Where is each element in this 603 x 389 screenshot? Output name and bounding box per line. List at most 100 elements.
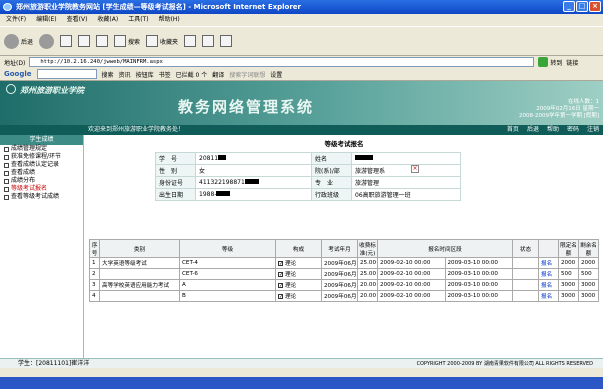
exam-table: 序号 类别 等级 构成 考试年月 收费标准(元) 报名时间区段 状态 限定名额 … [89, 239, 599, 302]
popup-blocked-button[interactable]: 已拦截 0 个 [176, 70, 208, 79]
label-major: 专 业 [311, 176, 353, 189]
label-name: 姓名 [311, 152, 353, 165]
sidebar: 学生成绩 成绩管理规定 获准免修课程/环节 查看成绩认定记录 查看成绩 成绩分布… [0, 135, 84, 358]
composition-checkbox[interactable]: ✓ [278, 261, 283, 267]
address-bar: 地址(D) http://10.2.16.240/jwweb/MAINFRM.a… [0, 56, 603, 68]
home-icon[interactable] [96, 35, 109, 47]
google-toolbox-button[interactable]: 按钮库 [136, 70, 154, 79]
col-level: 等级 [179, 239, 276, 258]
col-category: 类别 [99, 239, 180, 258]
current-date: 2009年02月16日 星期一 [536, 106, 599, 112]
go-button[interactable]: 转到 [538, 57, 562, 67]
system-title: 教务网络管理系统 [178, 98, 315, 116]
table-row: 3 高等学校英语应用能力考试 A ✓ 理论 2009年06月 20.00 2009… [89, 279, 599, 291]
links-button[interactable]: 链接 [566, 58, 578, 67]
print-icon[interactable] [220, 35, 233, 47]
sidebar-item-view-grades[interactable]: 查看成绩 [0, 169, 83, 177]
menu-file[interactable]: 文件(F) [6, 14, 26, 26]
checkbox-icon [4, 154, 9, 160]
menu-favorites[interactable]: 收藏(A) [97, 14, 118, 26]
label-birth: 出生日期 [155, 188, 196, 201]
close-button[interactable]: × [589, 1, 601, 12]
label-class: 行政班级 [311, 188, 353, 201]
maximize-button[interactable]: □ [576, 1, 588, 12]
sidebar-item-grade-rules[interactable]: 成绩管理规定 [0, 145, 83, 153]
col-registration-period: 报名时间区段 [377, 239, 513, 258]
window-title: 郑州旅游职业学院教务网站 [学生成绩—等级考试报名] - Microsoft I… [16, 3, 302, 11]
search-icon [114, 35, 127, 47]
go-arrow-icon [538, 57, 549, 67]
mail-icon[interactable] [202, 35, 215, 47]
nav-back[interactable]: 后退 [527, 125, 539, 135]
current-term: 2008-2009学年第一学期 [假期] [518, 113, 599, 119]
menu-view[interactable]: 查看(V) [67, 14, 88, 26]
nav-logout[interactable]: 注销 [587, 125, 599, 135]
minimize-button[interactable]: _ [563, 1, 575, 12]
favorites-button[interactable]: 收藏夹 [146, 35, 178, 47]
checkbox-icon [4, 194, 9, 200]
sidebar-item-exam-results[interactable]: 查看等级考试成绩 [0, 193, 83, 201]
register-link[interactable]: 报名 [538, 290, 559, 302]
google-bookmarks-button[interactable]: 书签 [159, 70, 171, 79]
sidebar-item-grade-distribution[interactable]: 成绩分布 [0, 177, 83, 185]
menu-tools[interactable]: 工具(T) [128, 14, 148, 26]
composition-checkbox[interactable]: ✓ [278, 283, 283, 289]
translate-button[interactable]: 翻译 [212, 70, 224, 79]
value-idcard: 411322198871 [194, 176, 313, 189]
school-logo-icon [6, 84, 16, 94]
back-button[interactable]: 后退 [4, 33, 33, 49]
browser-toolbar: 后退 搜索 收藏夹 [0, 26, 603, 56]
student-info-table: 学 号 20811 姓名 性 别 女 院(系)/部 旅游管理系 身份证号 411… [155, 152, 520, 201]
checkbox-icon [4, 170, 9, 176]
forward-button[interactable] [39, 33, 55, 49]
col-exam-month: 考试年月 [321, 239, 358, 258]
session-info: 在线人数：1 2009年02月16日 星期一 2008-2009学年第一学期 [… [519, 99, 599, 120]
register-link[interactable]: 报名 [538, 268, 559, 280]
page-title: 等级考试报名 [324, 140, 364, 148]
search-button[interactable]: 搜索 [114, 35, 140, 47]
address-input[interactable]: http://10.2.16.240/jwweb/MAINFRM.aspx [29, 57, 535, 67]
value-gender: 女 [194, 164, 313, 177]
sidebar-item-exam-registration[interactable]: 等级考试报名 [0, 185, 83, 193]
checkbox-icon [4, 178, 9, 184]
label-dept: 院(系)/部 [311, 164, 353, 177]
settings-button[interactable]: 设置 [270, 70, 282, 79]
google-toolbar: Google 搜索 资讯 按钮库 书签 已拦截 0 个 翻译 搜索字词联想 设置 [0, 68, 603, 81]
refresh-icon[interactable] [78, 35, 91, 47]
value-major: 旅游管理 [351, 176, 461, 189]
nav-help[interactable]: 帮助 [547, 125, 559, 135]
google-search-input[interactable] [36, 69, 97, 79]
col-status: 状态 [512, 239, 539, 258]
menu-edit[interactable]: 编辑(E) [36, 14, 56, 26]
composition-checkbox[interactable]: ✓ [278, 294, 283, 300]
col-seq: 序号 [89, 239, 100, 258]
welcome-text: 欢迎来到郑州旅游职业学院教务处！ [88, 126, 185, 133]
table-row: 2 CET-6 ✓ 理论 2009年06月 25.00 2009-02-10 00… [89, 268, 599, 280]
composition-checkbox[interactable]: ✓ [278, 272, 283, 278]
ie-status-bar [0, 368, 603, 377]
google-news-button[interactable]: 资讯 [119, 70, 131, 79]
register-link[interactable]: 报名 [538, 279, 559, 291]
broken-photo-icon: × [411, 165, 419, 173]
stop-icon[interactable] [60, 35, 73, 47]
value-student-id: 20811 [194, 152, 313, 165]
menu-help[interactable]: 帮助(H) [159, 14, 180, 26]
value-name [351, 152, 461, 165]
sidebar-heading[interactable]: 学生成绩 [0, 135, 83, 145]
sidebar-item-exemptions[interactable]: 获准免修课程/环节 [0, 153, 83, 161]
table-row: 1 大学英语等级考试 CET-4 ✓ 理论 2009年06月 25.00 2009… [89, 257, 599, 269]
search-hint-button[interactable]: 搜索字词联想 [229, 70, 265, 79]
site-banner: 郑州旅游职业学院 教务网络管理系统 在线人数：1 2009年02月16日 星期一… [0, 81, 603, 125]
nav-home[interactable]: 首页 [507, 125, 519, 135]
col-composition: 构成 [275, 239, 322, 258]
google-search-button[interactable]: 搜索 [102, 70, 114, 79]
sidebar-item-grade-records[interactable]: 查看成绩认定记录 [0, 161, 83, 169]
register-link[interactable]: 报名 [538, 257, 559, 269]
online-count: 在线人数：1 [568, 99, 599, 105]
nav-password[interactable]: 密码 [567, 125, 579, 135]
footer-bar: 学生：[20811101]崔洋洋 COPYRIGHT 2000-2009 BY … [0, 358, 603, 368]
value-birth: 1988- [194, 188, 313, 201]
value-class: 06高职旅游管理一班 [351, 188, 461, 201]
history-icon[interactable] [184, 35, 197, 47]
label-gender: 性 别 [155, 164, 196, 177]
